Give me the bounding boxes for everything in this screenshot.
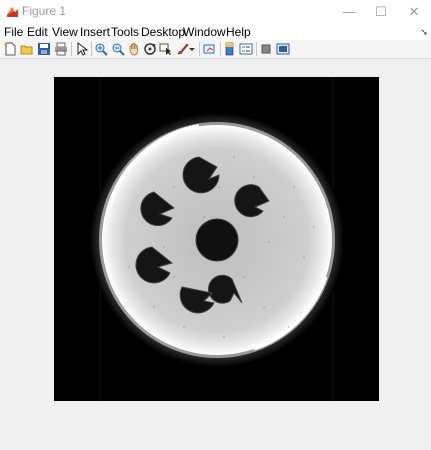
- center-hole: [195, 218, 239, 262]
- menu-dock-arrow-icon[interactable]: ➘: [420, 27, 428, 38]
- ct-slice-image: [54, 77, 379, 401]
- save-icon[interactable]: [36, 41, 52, 57]
- matlab-icon: [6, 5, 19, 18]
- colorbar-icon[interactable]: [222, 41, 238, 57]
- menu-desktop[interactable]: Desktop: [141, 25, 185, 39]
- window-title: Figure 1: [22, 4, 67, 18]
- data-cursor-icon[interactable]: [158, 41, 174, 57]
- toolbar-separator: [199, 42, 200, 56]
- toolbar-separator: [91, 42, 92, 56]
- toolbar-separator: [256, 42, 257, 56]
- menu-tools[interactable]: Tools: [111, 25, 139, 39]
- menu-view[interactable]: View: [52, 25, 78, 39]
- menu-file[interactable]: File: [4, 25, 23, 39]
- menu-bar: File Edit View Insert Tools Desktop Wind…: [0, 23, 431, 40]
- maximize-button[interactable]: ☐: [364, 0, 398, 23]
- toolbar-separator: [71, 42, 72, 56]
- hide-plot-tools-icon[interactable]: [258, 41, 274, 57]
- minimize-button[interactable]: —: [332, 0, 366, 23]
- print-icon[interactable]: [53, 41, 69, 57]
- image-axes[interactable]: [54, 77, 379, 401]
- menu-window[interactable]: Window: [183, 25, 226, 39]
- window-titlebar: Figure 1 — ☐ ✕: [0, 0, 431, 23]
- menu-help[interactable]: Help: [226, 25, 251, 39]
- new-figure-icon[interactable]: [2, 41, 18, 57]
- figure-toolbar: [0, 40, 431, 59]
- brush-dropdown-icon[interactable]: [188, 41, 196, 57]
- close-button[interactable]: ✕: [397, 0, 431, 23]
- pan-hand-icon[interactable]: [126, 41, 142, 57]
- menu-edit[interactable]: Edit: [27, 25, 48, 39]
- open-file-icon[interactable]: [19, 41, 35, 57]
- edit-plot-arrow-icon[interactable]: [74, 41, 90, 57]
- zoom-in-icon[interactable]: [93, 41, 109, 57]
- show-plot-tools-icon[interactable]: [275, 41, 291, 57]
- rotate-3d-icon[interactable]: [142, 41, 158, 57]
- link-plot-icon[interactable]: [202, 41, 218, 57]
- legend-icon[interactable]: [238, 41, 254, 57]
- zoom-out-icon[interactable]: [110, 41, 126, 57]
- menu-insert[interactable]: Insert: [80, 25, 110, 39]
- toolbar-separator: [220, 42, 221, 56]
